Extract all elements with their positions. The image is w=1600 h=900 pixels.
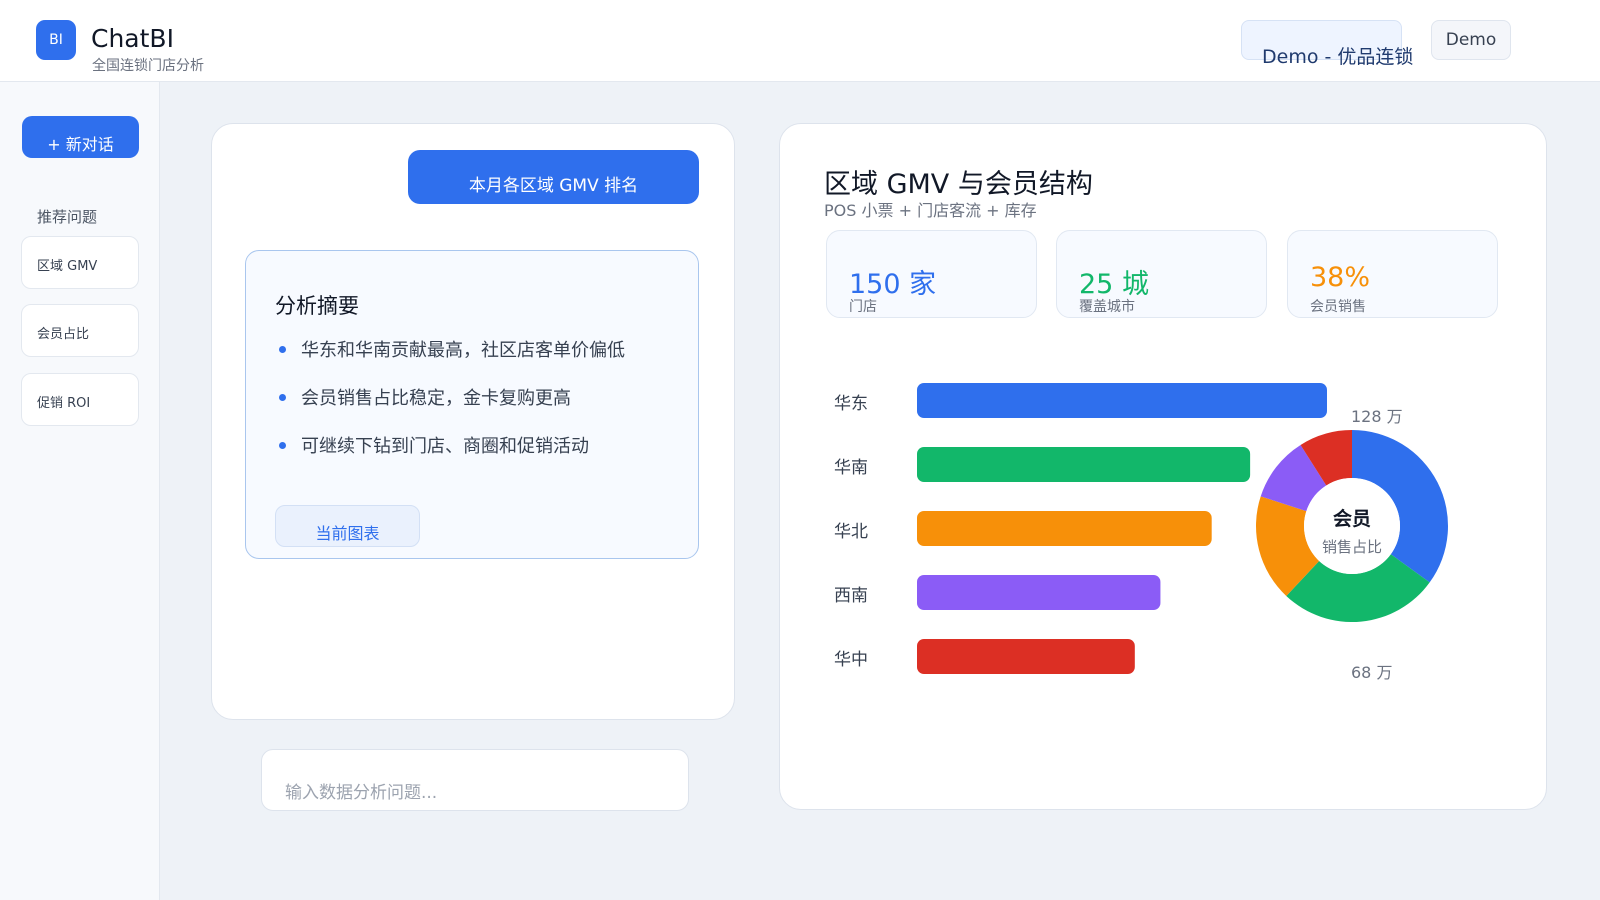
bar-category-label: 西南 — [834, 586, 868, 606]
bar-value-label: 128 万 — [1351, 407, 1403, 426]
bar-value-label: 68 万 — [1351, 663, 1392, 682]
bar — [917, 575, 1161, 610]
bar-category-label: 华北 — [834, 522, 868, 542]
bar — [917, 447, 1251, 482]
bar-category-label: 华南 — [834, 458, 868, 478]
bar — [917, 639, 1135, 674]
donut-center-title: 会员 — [1333, 507, 1371, 530]
bar-category-label: 华中 — [834, 650, 868, 670]
gmv-member-chart: 华东华南华北西南华中 128 万 68 万 会员销售占比 — [834, 383, 1448, 682]
bar — [917, 511, 1212, 546]
bar-category-label: 华东 — [834, 394, 868, 414]
bar — [917, 383, 1327, 418]
donut-center-subtitle: 销售占比 — [1322, 538, 1382, 556]
